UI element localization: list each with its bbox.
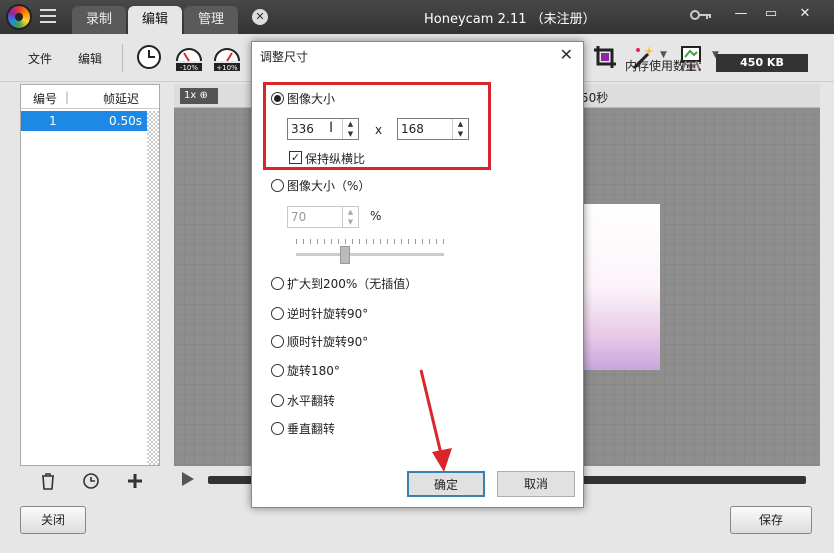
dialog-title: 调整尺寸 [260,50,309,64]
flip-horizontal-label: 水平翻转 [287,394,336,408]
percent-value: 70 [291,210,307,224]
percent-down-icon[interactable]: ▼ [343,217,358,227]
percent-unit: % [370,209,382,223]
frame-list: 编号 | 帧延迟 1 0.50s [20,84,160,466]
close-document-icon[interactable]: ✕ [252,9,268,25]
svg-text:+10%: +10% [216,64,238,72]
zoom-in-icon[interactable]: ⊕ [199,90,207,101]
clock-icon[interactable] [136,42,162,72]
percent-slider[interactable] [296,253,444,256]
rotate-ccw-label: 逆时针旋转90° [287,307,369,321]
rotate-180-label: 旋转180° [287,364,340,378]
window-title: Honeycam 2.11 （未注册） [424,12,596,27]
maximize-button[interactable]: ▭ [756,2,786,26]
radio-rotate-180[interactable] [271,364,284,377]
tab-record[interactable]: 录制 [72,6,127,34]
menu-icon[interactable] [40,9,56,23]
rotate-cw-label: 顺时针旋转90° [287,335,369,349]
add-frame-icon[interactable] [126,472,144,490]
frame-list-scrollbar[interactable] [147,111,159,465]
dialog-close-icon[interactable]: ✕ [560,45,573,64]
close-button[interactable]: 关闭 [20,506,86,534]
frame-delay: 0.50s [109,114,142,128]
speed-down-icon[interactable]: -10% [174,42,204,72]
edit-menu[interactable]: 编辑 [78,50,102,67]
play-icon[interactable] [182,472,194,486]
flip-vertical-label: 垂直翻转 [287,422,336,436]
key-icon[interactable] [690,8,712,22]
window-close-button[interactable]: ✕ [790,2,820,26]
image-percent-label: 图像大小（%） [287,179,371,193]
memory-usage-label: 内存使用数量： [625,59,710,73]
frame-preview-image [580,204,660,370]
memory-usage-value: 450 KB [716,54,808,72]
table-row[interactable]: 1 0.50s [21,111,147,131]
percent-stepper[interactable]: ▲ ▼ [342,207,358,227]
duration-label: 50秒 [581,91,609,105]
frame-index: 1 [49,114,57,128]
toolbar-divider [122,44,123,72]
zoom-label: 1x [184,90,197,101]
tab-edit[interactable]: 编辑 [128,6,183,34]
crop-icon[interactable] [592,42,618,72]
save-button[interactable]: 保存 [730,506,812,534]
radio-image-percent[interactable] [271,179,284,192]
ok-button[interactable]: 确定 [407,471,485,497]
column-delay: 帧延迟 [103,92,140,106]
minimize-button[interactable]: — [726,2,756,26]
clock-small-icon[interactable] [82,472,100,490]
frame-list-header: 编号 | 帧延迟 [21,85,159,109]
percent-input[interactable]: 70 ▲ ▼ [287,206,359,228]
percent-up-icon[interactable]: ▲ [343,207,358,217]
radio-rotate-cw[interactable] [271,335,284,348]
radio-flip-vertical[interactable] [271,422,284,435]
cancel-button[interactable]: 取消 [497,471,575,497]
radio-enlarge-200[interactable] [271,277,284,290]
percent-slider-ticks [296,239,444,244]
trash-icon[interactable] [40,472,56,490]
zoom-control[interactable]: 1x ⊕ [180,88,218,104]
radio-rotate-ccw[interactable] [271,307,284,320]
frame-list-actions [20,468,160,494]
column-index: 编号 [33,92,58,106]
file-menu[interactable]: 文件 [28,50,52,67]
percent-slider-thumb[interactable] [340,246,350,264]
speed-up-icon[interactable]: +10% [212,42,242,72]
highlight-box [263,82,491,170]
title-bar: 录制 编辑 管理 ✕ Honeycam 2.11 （未注册） — ▭ ✕ [0,0,834,34]
app-logo-icon[interactable] [6,4,32,30]
enlarge-200-label: 扩大到200%（无插值） [287,277,418,291]
tab-manage[interactable]: 管理 [184,6,239,34]
svg-text:-10%: -10% [180,64,198,72]
radio-flip-horizontal[interactable] [271,394,284,407]
column-divider: | [65,90,70,104]
